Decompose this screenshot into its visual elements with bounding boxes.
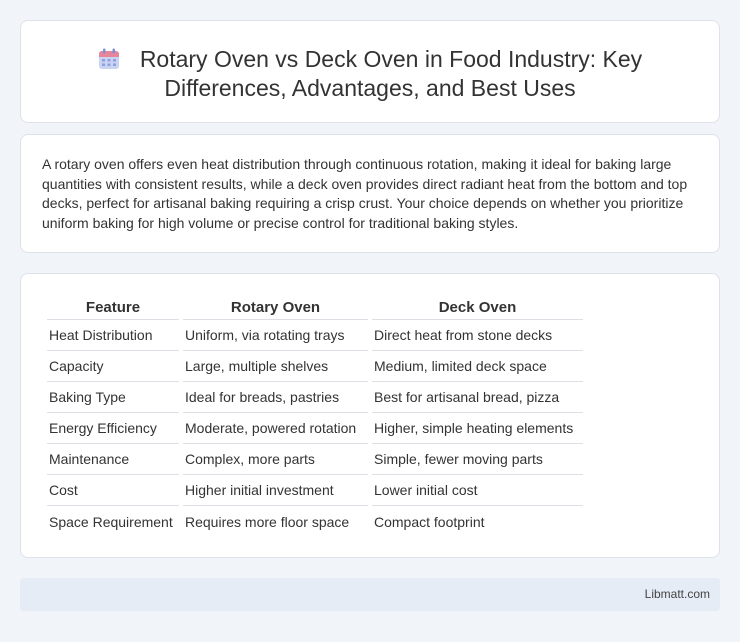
intro-card: A rotary oven offers even heat distribut… [20, 134, 720, 253]
table-header-row: Feature Rotary Oven Deck Oven [47, 297, 583, 320]
column-header-rotary-oven: Rotary Oven [183, 297, 368, 320]
table-row: Cost Higher initial investment Lower ini… [47, 475, 583, 506]
table-cell: Higher, simple heating elements [372, 413, 583, 444]
table-cell: Requires more floor space [185, 513, 350, 530]
table-cell: Medium, limited deck space [372, 351, 583, 382]
column-header-deck-oven: Deck Oven [372, 297, 583, 320]
table-cell: Capacity [47, 351, 179, 382]
intro-paragraph: A rotary oven offers even heat distribut… [42, 156, 688, 231]
table-cell: Direct heat from stone decks [372, 320, 583, 351]
table-cell: Energy Efficiency [47, 413, 179, 444]
table-cell: Heat Distribution [47, 320, 179, 351]
table-row: Heat Distribution Uniform, via rotating … [47, 320, 583, 351]
table-cell: Ideal for breads, pastries [183, 382, 368, 413]
title-card: Rotary Oven vs Deck Oven in Food Industr… [20, 20, 720, 123]
table-cell: Higher initial investment [183, 475, 368, 506]
page-title: Rotary Oven vs Deck Oven in Food Industr… [139, 46, 643, 101]
table-cell: Uniform, via rotating trays [183, 320, 368, 351]
table-cell: Cost [47, 475, 179, 506]
table-cell: Best for artisanal bread, pizza [372, 382, 583, 413]
table-cell: Large, multiple shelves [183, 351, 368, 382]
table-cell: Lower initial cost [372, 475, 583, 506]
comparison-table-card: Feature Rotary Oven Deck Oven Heat Distr… [20, 273, 720, 558]
footer-site-link[interactable]: Libmatt.com [645, 587, 710, 601]
table-cell: Compact footprint [374, 513, 485, 530]
table-row: Space Requirement Requires more floor sp… [47, 506, 583, 537]
table-cell: Simple, fewer moving parts [372, 444, 583, 475]
comparison-table: Feature Rotary Oven Deck Oven Heat Distr… [43, 297, 587, 537]
table-cell: Complex, more parts [183, 444, 368, 475]
table-cell: Space Requirement [49, 513, 173, 530]
table-cell: Maintenance [47, 444, 179, 475]
column-header-feature: Feature [47, 297, 179, 320]
table-cell: Moderate, powered rotation [183, 413, 368, 444]
page-title-wrap: Rotary Oven vs Deck Oven in Food Industr… [81, 45, 659, 103]
calendar-icon [98, 48, 119, 69]
table-row: Capacity Large, multiple shelves Medium,… [47, 351, 583, 382]
table-row: Energy Efficiency Moderate, powered rota… [47, 413, 583, 444]
table-row: Maintenance Complex, more parts Simple, … [47, 444, 583, 475]
footer-bar: Libmatt.com [20, 578, 720, 611]
table-cell: Baking Type [47, 382, 179, 413]
table-row: Baking Type Ideal for breads, pastries B… [47, 382, 583, 413]
